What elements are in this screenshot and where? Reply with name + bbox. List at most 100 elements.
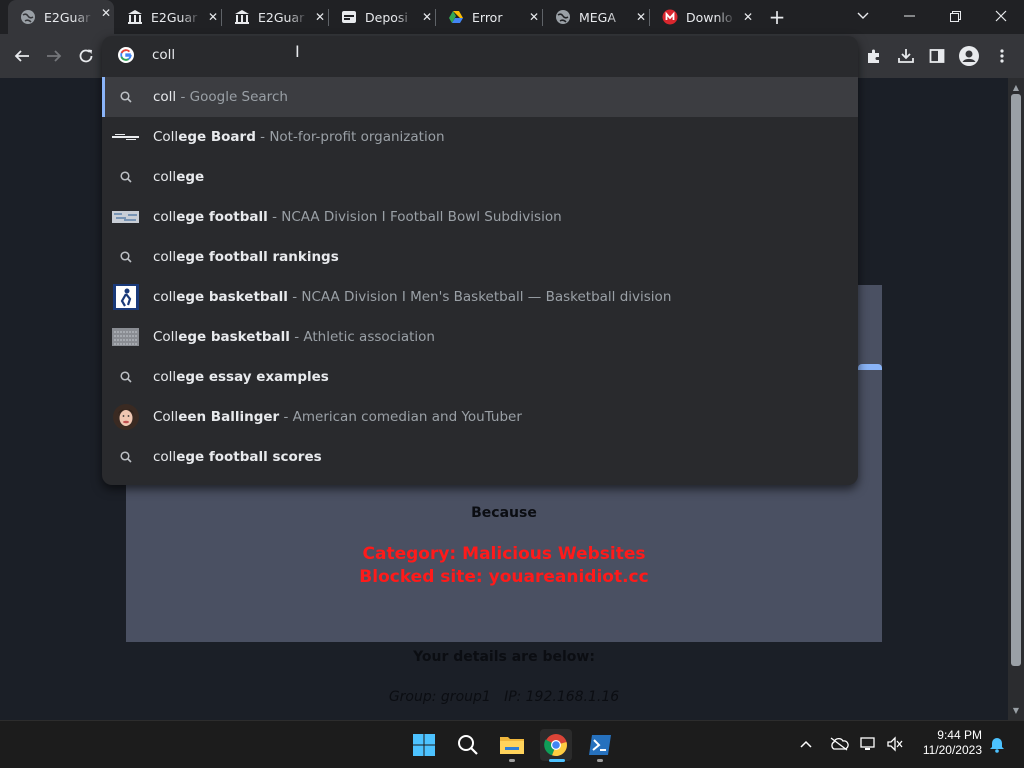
system-clock[interactable]: 9:44 PM 11/20/2023 (912, 728, 982, 758)
suggestion-text: coll - Google Search (153, 89, 288, 105)
tab-close-icon[interactable]: ✕ (312, 9, 328, 25)
google-g-icon (118, 47, 134, 63)
search-icon (112, 364, 139, 390)
tab-title: E2Guar (151, 9, 198, 25)
file-explorer-icon[interactable] (496, 729, 528, 761)
suggestion-description: - Athletic association (289, 329, 435, 345)
suggestion-text: College basketball - Athletic associatio… (153, 329, 435, 345)
new-tab-button[interactable]: + (765, 6, 789, 30)
mega-icon (662, 9, 678, 25)
suggestion-completion: een Ballinger (178, 409, 280, 425)
suggestion-completion: ege basketball (178, 329, 290, 345)
omnibox-suggestion[interactable]: college football - NCAA Division I Footb… (102, 197, 858, 237)
omnibox-dropdown: coll I coll - Google Search College Board… (102, 36, 858, 485)
omnibox-suggestion[interactable]: college (102, 157, 858, 197)
group-ip-text: Group: group1 IP: 192.168.1.16 (388, 689, 620, 705)
tab-title: MEGA (579, 9, 616, 25)
restore-button[interactable] (932, 0, 978, 32)
suggestion-text: College Board - Not-for-profit organizat… (153, 129, 445, 145)
address-bar[interactable]: coll I (102, 36, 858, 76)
suggestion-text: Colleen Ballinger - American comedian an… (153, 409, 522, 425)
suggestion-completion: ege football (176, 209, 268, 225)
football-thumbnail-icon (112, 204, 139, 230)
profile-avatar[interactable] (955, 42, 983, 70)
scroll-down-arrow-icon[interactable]: ▼ (1008, 703, 1024, 719)
clock-date: 11/20/2023 (922, 743, 982, 757)
tab-title: E2Guar (258, 9, 305, 25)
network-icon[interactable] (858, 732, 880, 756)
onedrive-offline-icon[interactable] (828, 732, 850, 756)
because-heading: Because (471, 505, 537, 521)
chrome-active-indicator (549, 759, 565, 762)
tab-download[interactable]: Downlo ✕ (650, 4, 756, 30)
bank-icon (234, 9, 250, 25)
google-drive-icon (448, 9, 464, 25)
suggestion-text: college football scores (153, 449, 322, 465)
address-input[interactable]: coll (152, 47, 175, 63)
search-icon (112, 244, 139, 270)
tab-close-icon[interactable]: ✕ (98, 5, 114, 21)
minimize-button[interactable] (886, 0, 932, 32)
tab-depositfiles[interactable]: Deposi ✕ (329, 4, 435, 30)
show-hidden-icons-chevron-icon[interactable] (795, 732, 817, 756)
suggestion-text: college essay examples (153, 369, 329, 385)
notifications-bell-icon[interactable] (986, 732, 1008, 756)
text-cursor-icon: I (295, 42, 300, 61)
globe-icon (555, 9, 571, 25)
search-icon (112, 84, 139, 110)
tab-close-icon[interactable]: ✕ (205, 9, 221, 25)
omnibox-suggestion[interactable]: coll - Google Search (102, 77, 858, 117)
suggestion-description: - Not-for-profit organization (255, 129, 445, 145)
blocked-category: Category: Malicious Websites (362, 544, 646, 564)
tab-mega[interactable]: MEGA ✕ (543, 4, 649, 30)
extensions-icon[interactable] (860, 42, 888, 70)
suggestion-typed-match: coll (153, 369, 177, 385)
tab-e2guardian-2[interactable]: E2Guar ✕ (115, 4, 221, 30)
omnibox-suggestion[interactable]: College basketball - Athletic associatio… (102, 317, 858, 357)
downloads-icon[interactable] (892, 42, 920, 70)
tab-close-icon[interactable]: ✕ (633, 9, 649, 25)
tab-e2guardian-1[interactable]: E2Guar ✕ (8, 0, 114, 34)
tab-close-icon[interactable]: ✕ (740, 9, 756, 25)
suggestion-typed-match: coll (153, 449, 177, 465)
tab-close-icon[interactable]: ✕ (419, 9, 435, 25)
blocked-site: Blocked site: youareanidiot.cc (359, 567, 649, 587)
suggestion-completion: ege basketball (176, 289, 288, 305)
suggestion-completion: ege Board (178, 129, 256, 145)
tab-search-chevron-icon[interactable] (840, 0, 886, 32)
close-window-button[interactable] (978, 0, 1024, 32)
volume-muted-icon[interactable] (884, 732, 906, 756)
tab-error[interactable]: Error ✕ (436, 4, 542, 30)
omnibox-suggestion[interactable]: College Board - Not-for-profit organizat… (102, 117, 858, 157)
tab-e2guardian-3[interactable]: E2Guar ✕ (222, 4, 328, 30)
tab-title: Deposi (365, 9, 408, 25)
suggestion-completion: ege (176, 169, 205, 185)
side-panel-icon[interactable] (923, 42, 951, 70)
menu-kebab-icon[interactable] (988, 42, 1016, 70)
suggestion-typed-match: Coll (153, 409, 179, 425)
forward-button[interactable] (40, 42, 68, 70)
omnibox-suggestion[interactable]: Colleen Ballinger - American comedian an… (102, 397, 858, 437)
tab-title: E2Guar (44, 9, 91, 25)
suggestion-description: - Google Search (176, 89, 288, 105)
omnibox-suggestion[interactable]: college essay examples (102, 357, 858, 397)
reload-button[interactable] (72, 42, 100, 70)
scroll-thumb[interactable] (1011, 94, 1021, 666)
suggestion-typed-match: coll (153, 289, 177, 305)
college-board-logo-icon (112, 124, 139, 150)
back-button[interactable] (8, 42, 36, 70)
person-avatar-icon (112, 404, 139, 430)
suggestion-typed-match: coll (153, 89, 177, 105)
tab-close-icon[interactable]: ✕ (526, 9, 542, 25)
powershell-indicator (597, 759, 603, 762)
powershell-icon[interactable] (584, 729, 616, 761)
search-icon[interactable] (452, 729, 484, 761)
suggestion-typed-match: Coll (153, 129, 179, 145)
omnibox-suggestion[interactable]: college football rankings (102, 237, 858, 277)
chrome-icon[interactable] (540, 729, 572, 761)
omnibox-suggestion[interactable]: college basketball - NCAA Division I Men… (102, 277, 858, 317)
windows-start-icon[interactable] (408, 729, 440, 761)
basketball-thumbnail-icon (112, 284, 139, 310)
omnibox-suggestion[interactable]: college football scores (102, 437, 858, 477)
suggestion-description: - NCAA Division I Men's Basketball — Bas… (287, 289, 672, 305)
